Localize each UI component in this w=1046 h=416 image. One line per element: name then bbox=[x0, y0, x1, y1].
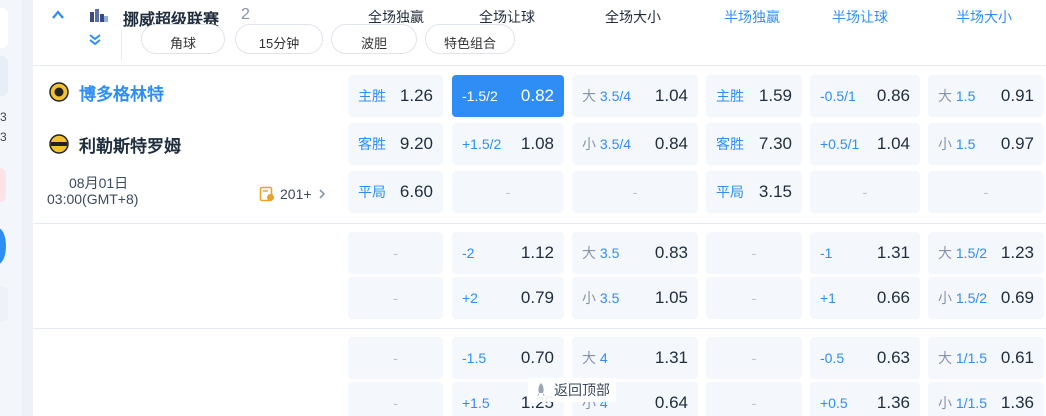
odds-cell[interactable]: 小 1.5/2 0.69 bbox=[928, 277, 1044, 319]
col-header-full-totals: 全场大小 bbox=[605, 9, 661, 25]
away-team[interactable]: 利勒斯特罗姆 bbox=[49, 132, 181, 156]
col-header-half-totals: 半场大小 bbox=[956, 9, 1012, 25]
filter-15min[interactable]: 15分钟 bbox=[235, 24, 323, 54]
left-sidebar: 3 3 bbox=[0, 0, 22, 416]
odds-cell[interactable]: 小 3.5 1.05 bbox=[572, 277, 698, 319]
row-divider bbox=[33, 223, 1046, 224]
odds-cell-selected[interactable]: -1.5/2 0.82 bbox=[452, 75, 564, 117]
odds-cell[interactable]: 客胜 7.30 bbox=[706, 123, 802, 165]
odds-cell[interactable]: -2 1.12 bbox=[452, 232, 564, 274]
odds-cell[interactable]: 平局 3.15 bbox=[706, 171, 802, 213]
odds-cell-empty: - bbox=[572, 171, 698, 213]
home-team-name: 博多格林特 bbox=[79, 84, 164, 104]
odds-cell-empty: - bbox=[348, 337, 443, 379]
odds-cell[interactable]: 小 3.5/4 0.84 bbox=[572, 123, 698, 165]
odds-cell[interactable]: +1 0.66 bbox=[810, 277, 920, 319]
back-to-top-button[interactable]: 返回顶部 bbox=[528, 378, 616, 402]
odds-cell-empty: - bbox=[706, 382, 802, 416]
row-divider bbox=[33, 328, 1046, 329]
odds-cell-empty: - bbox=[348, 277, 443, 319]
sidebar-number: 3 bbox=[0, 130, 7, 144]
chevron-right-icon bbox=[318, 189, 325, 199]
bet-slip-icon bbox=[259, 186, 274, 202]
odds-cell[interactable]: 大 1.5 0.91 bbox=[928, 75, 1044, 117]
double-chevron-down-icon[interactable] bbox=[88, 32, 102, 46]
odds-panel: 挪威超级联赛 2 全场独赢 全场让球 全场大小 半场独赢 半场让球 半场大小 角… bbox=[33, 0, 1046, 416]
divider bbox=[121, 30, 122, 60]
odds-cell-empty: - bbox=[452, 171, 564, 213]
odds-cell[interactable]: 大 3.5/4 1.04 bbox=[572, 75, 698, 117]
odds-cell-empty: - bbox=[706, 232, 802, 274]
home-team[interactable]: 博多格林特 bbox=[49, 80, 164, 104]
odds-cell-empty: - bbox=[928, 171, 1044, 213]
filter-special-combo[interactable]: 特色组合 bbox=[425, 24, 515, 54]
sidebar-action-button[interactable] bbox=[0, 228, 6, 264]
sidebar-chip[interactable] bbox=[0, 56, 8, 96]
more-bets-link[interactable]: 201+ bbox=[259, 186, 328, 202]
sidebar-chip[interactable] bbox=[0, 8, 8, 48]
odds-cell[interactable]: 大 1.5/2 1.23 bbox=[928, 232, 1044, 274]
odds-cell-empty: - bbox=[706, 337, 802, 379]
league-logo-icon bbox=[90, 9, 108, 22]
odds-cell[interactable]: 大 3.5 0.83 bbox=[572, 232, 698, 274]
col-header-half-handicap: 半场让球 bbox=[832, 9, 888, 25]
filter-corners[interactable]: 角球 bbox=[141, 24, 225, 54]
odds-cell[interactable]: -0.5 0.63 bbox=[810, 337, 920, 379]
sidebar-chip[interactable] bbox=[0, 168, 6, 202]
odds-cell-empty: - bbox=[348, 382, 443, 416]
odds-cell[interactable]: -0.5/1 0.86 bbox=[810, 75, 920, 117]
odds-cell[interactable]: +0.5 1.36 bbox=[810, 382, 920, 416]
col-header-half-moneyline: 半场独赢 bbox=[724, 9, 780, 25]
collapse-caret-icon[interactable] bbox=[51, 8, 65, 22]
odds-cell[interactable]: -1 1.31 bbox=[810, 232, 920, 274]
odds-cell-empty: - bbox=[810, 171, 920, 213]
sidebar-number: 3 bbox=[0, 110, 7, 124]
home-team-badge-icon bbox=[49, 82, 69, 102]
odds-cell[interactable]: +2 0.79 bbox=[452, 277, 564, 319]
odds-cell[interactable]: 平局 6.60 bbox=[348, 171, 443, 213]
away-team-name: 利勒斯特罗姆 bbox=[79, 136, 181, 156]
sidebar-chip[interactable] bbox=[0, 286, 8, 322]
match-time: 03:00(GMT+8) bbox=[47, 191, 139, 207]
odds-cell[interactable]: -1.5 0.70 bbox=[452, 337, 564, 379]
odds-cell-empty: - bbox=[706, 277, 802, 319]
odds-cell[interactable]: +1.5/2 1.08 bbox=[452, 123, 564, 165]
league-match-count: 2 bbox=[241, 6, 250, 23]
odds-cell[interactable]: 大 1/1.5 0.61 bbox=[928, 337, 1044, 379]
league-header: 挪威超级联赛 2 全场独赢 全场让球 全场大小 半场独赢 半场让球 半场大小 角… bbox=[33, 0, 1046, 66]
more-bets-count: 201+ bbox=[280, 186, 312, 202]
odds-cell[interactable]: 小 1/1.5 1.36 bbox=[928, 382, 1044, 416]
rocket-icon bbox=[537, 383, 545, 396]
match-date: 08月01日 bbox=[69, 175, 129, 191]
odds-cell[interactable]: 客胜 9.20 bbox=[348, 123, 443, 165]
away-team-badge-icon bbox=[49, 134, 69, 154]
odds-cell-empty: - bbox=[348, 232, 443, 274]
filter-correct-score[interactable]: 波胆 bbox=[331, 24, 417, 54]
odds-cell[interactable]: +0.5/1 1.04 bbox=[810, 123, 920, 165]
odds-cell[interactable]: 小 1.5 0.97 bbox=[928, 123, 1044, 165]
odds-cell[interactable]: 主胜 1.26 bbox=[348, 75, 443, 117]
back-to-top-label: 返回顶部 bbox=[554, 382, 610, 398]
odds-cell[interactable]: 大 4 1.31 bbox=[572, 337, 698, 379]
odds-cell[interactable]: 主胜 1.59 bbox=[706, 75, 802, 117]
